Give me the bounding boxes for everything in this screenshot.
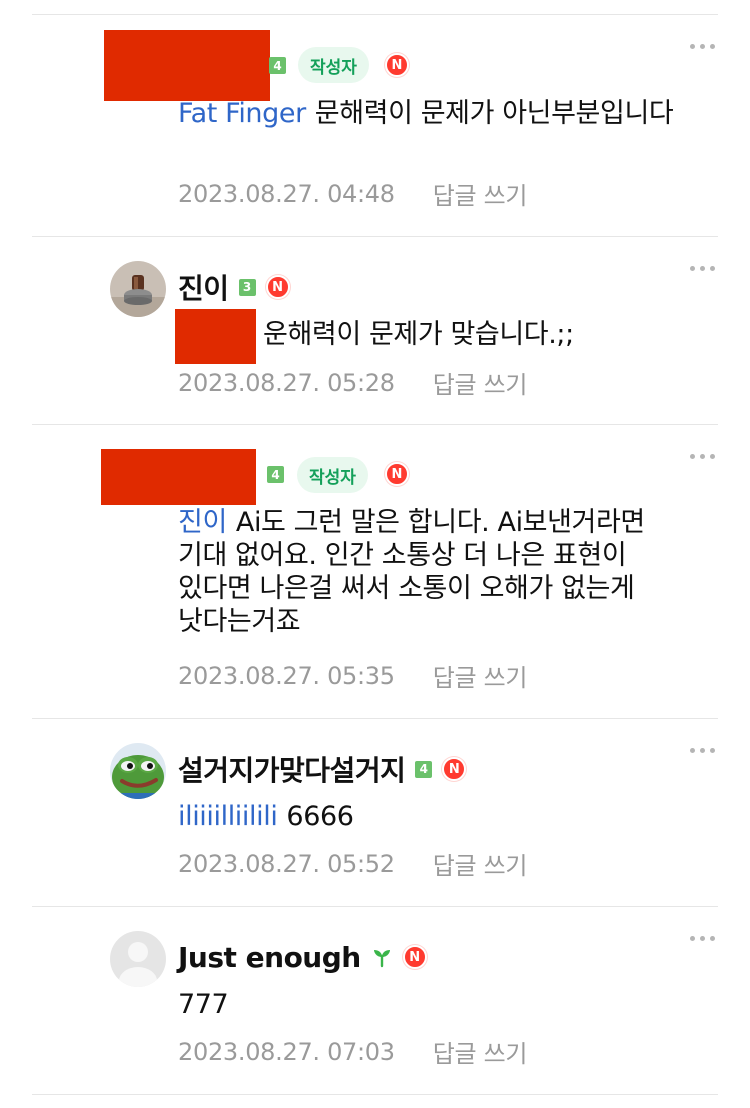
comment-text: 진이 Ai도 그런 말은 합니다. Ai보낸거라면 기대 없어요. 인간 소통상 … — [178, 506, 688, 638]
comment-body: 문해력이 문제가 아닌부분입니다 — [314, 98, 674, 129]
reply-button[interactable]: 답글 쓰기 — [433, 176, 528, 211]
redacted-author — [101, 449, 256, 505]
comment-timestamp: 2023.08.27. 05:28 — [178, 368, 395, 397]
author-row: 설거지가맞다설거지 4 N — [178, 749, 467, 789]
more-options-icon[interactable] — [686, 744, 718, 756]
comment-text: 운해력이 문제가 맞습니다.;; — [263, 318, 683, 351]
writer-badge: 작성자 — [298, 47, 369, 83]
author-row: 진이 3 N — [178, 267, 290, 307]
comment-meta: 2023.08.27. 05:28 답글 쓰기 — [178, 365, 528, 400]
mention-link[interactable]: iliiiilliilili — [178, 801, 278, 832]
comment-item: 진이 3 N 운해력이 문제가 맞습니다.;; 2023.08.27. 05:2… — [0, 237, 750, 424]
redacted-author — [104, 30, 270, 101]
level-badge: 4 — [415, 760, 433, 778]
comment-timestamp: 2023.08.27. 07:03 — [178, 1037, 395, 1066]
author-name[interactable]: 설거지가맞다설거지 — [178, 749, 406, 789]
comment-item: 설거지가맞다설거지 4 N iliiiilliilili 6666 2023.08… — [0, 719, 750, 906]
reply-button[interactable]: 답글 쓰기 — [433, 658, 528, 693]
level-badge: 4 — [269, 57, 286, 74]
writer-badge: 작성자 — [297, 457, 368, 493]
comment-body: 6666 — [286, 801, 354, 832]
comment-item: Just enough N 777 2023.08.27. 07:03 답글 쓰… — [0, 907, 750, 1094]
new-badge: N — [385, 53, 409, 77]
comment-body: Ai도 그런 말은 합니다. Ai보낸거라면 기대 없어요. 인간 소통상 더 … — [178, 507, 645, 637]
level-badge: 3 — [238, 278, 256, 296]
comment-text: Fat Finger 문해력이 문제가 아닌부분입니다 — [178, 97, 698, 130]
comment-meta: 2023.08.27. 04:48 답글 쓰기 — [178, 176, 528, 211]
new-badge: N — [385, 462, 409, 486]
mention-link[interactable]: 진이 — [178, 507, 227, 538]
reply-button[interactable]: 답글 쓰기 — [433, 846, 528, 881]
comment-timestamp: 2023.08.27. 04:48 — [178, 179, 395, 208]
comment-meta: 2023.08.27. 07:03 답글 쓰기 — [178, 1034, 528, 1069]
author-name[interactable]: Just enough — [178, 941, 361, 974]
author-name[interactable]: 진이 — [178, 267, 229, 307]
sprout-level-icon — [373, 950, 390, 968]
comment-text: 777 — [178, 988, 698, 1021]
author-row: Just enough N — [178, 937, 427, 977]
user-avatar[interactable] — [110, 743, 166, 799]
new-badge: N — [402, 945, 427, 969]
mention-link[interactable]: Fat Finger — [178, 98, 306, 129]
comment-timestamp: 2023.08.27. 05:35 — [178, 661, 395, 690]
pepe-frog-avatar-icon — [110, 743, 166, 799]
user-avatar[interactable] — [110, 931, 166, 987]
comment-meta: 2023.08.27. 05:35 답글 쓰기 — [178, 658, 528, 693]
comment-text: iliiiilliilili 6666 — [178, 800, 698, 833]
comment-body: 운해력이 문제가 맞습니다.;; — [263, 319, 574, 350]
new-badge: N — [442, 757, 467, 781]
new-badge: N — [265, 275, 290, 299]
more-options-icon[interactable] — [686, 262, 718, 274]
comment-timestamp: 2023.08.27. 05:52 — [178, 849, 395, 878]
level-badge: 4 — [267, 466, 284, 483]
user-avatar[interactable] — [110, 261, 166, 317]
comment-item: 4 작성자 N 진이 Ai도 그런 말은 합니다. Ai보낸거라면 기대 없어요.… — [0, 425, 750, 718]
reply-button[interactable]: 답글 쓰기 — [433, 1034, 528, 1069]
comment-item: 4 작성자 N Fat Finger 문해력이 문제가 아닌부분입니다 2023.… — [0, 15, 750, 236]
divider — [32, 1094, 718, 1095]
comment-meta: 2023.08.27. 05:52 답글 쓰기 — [178, 846, 528, 881]
more-options-icon[interactable] — [686, 40, 718, 52]
more-options-icon[interactable] — [686, 932, 718, 944]
more-options-icon[interactable] — [686, 450, 718, 462]
reply-button[interactable]: 답글 쓰기 — [433, 365, 528, 400]
tamper-photo-avatar-icon — [110, 261, 166, 317]
default-person-avatar-icon — [110, 931, 166, 987]
redacted-mention — [175, 309, 256, 364]
comment-body: 777 — [178, 989, 229, 1020]
